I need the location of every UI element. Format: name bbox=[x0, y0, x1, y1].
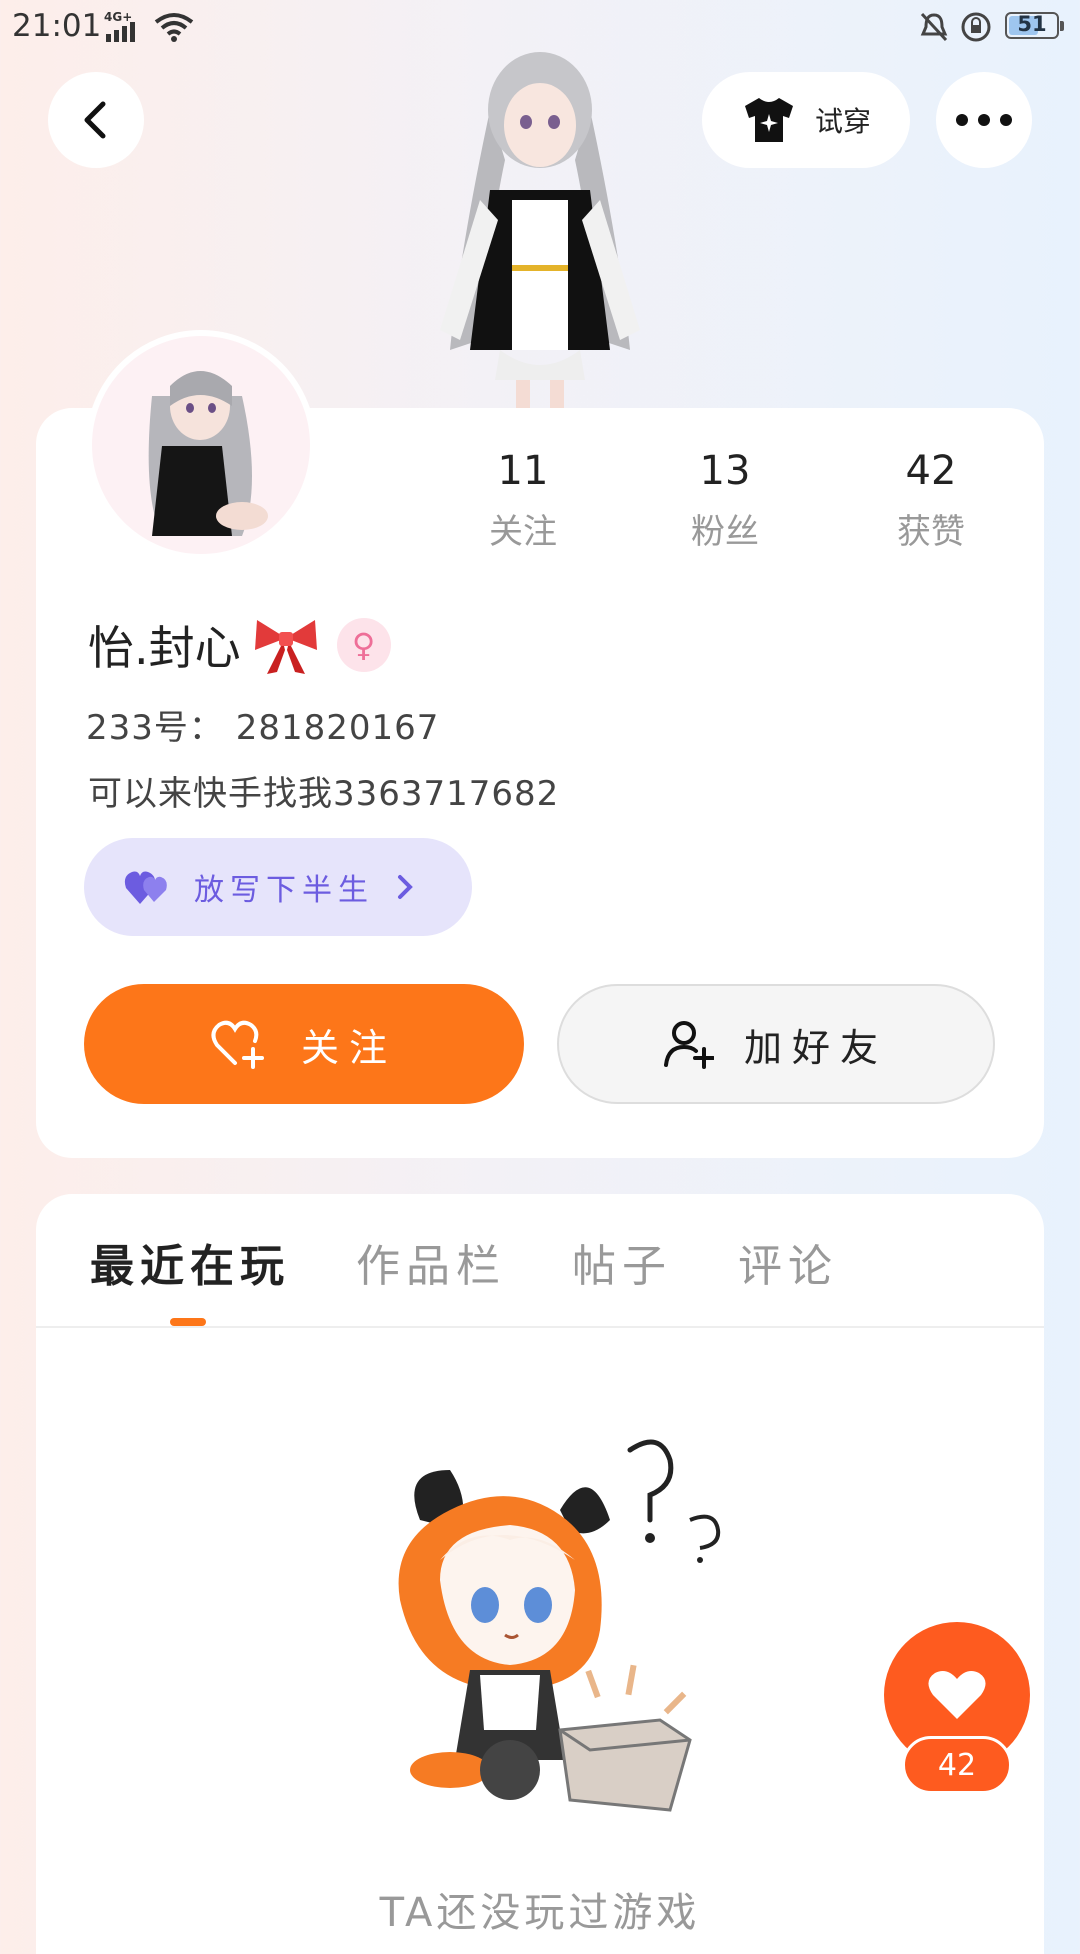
stat-label: 获赞 bbox=[897, 512, 965, 552]
female-gender-icon: ♀ bbox=[336, 618, 391, 672]
heart-icon bbox=[928, 1671, 986, 1719]
try-on-button[interactable]: 试穿 bbox=[702, 72, 910, 168]
more-button[interactable] bbox=[936, 72, 1032, 168]
stat-following[interactable]: 11 关注 bbox=[448, 448, 598, 553]
add-friend-button[interactable]: 加好友 bbox=[557, 984, 995, 1104]
follow-button[interactable]: 关注 bbox=[84, 984, 524, 1104]
active-tab-indicator bbox=[170, 1318, 206, 1326]
rotation-lock-icon bbox=[960, 12, 992, 46]
tshirt-icon bbox=[744, 98, 793, 142]
empty-state-text: TA还没玩过游戏 bbox=[379, 1890, 701, 1936]
try-on-label: 试穿 bbox=[814, 105, 871, 138]
stat-label: 粉丝 bbox=[691, 512, 759, 552]
like-count: 42 bbox=[902, 1736, 1012, 1794]
tab-posts[interactable]: 帖子 bbox=[572, 1230, 672, 1294]
add-user-icon bbox=[663, 1021, 714, 1069]
battery-level: 51 bbox=[1017, 12, 1047, 36]
chevron-left-icon bbox=[84, 101, 106, 139]
stat-likes[interactable]: 42 获赞 bbox=[856, 448, 1006, 553]
follow-label: 关注 bbox=[300, 1025, 397, 1070]
wifi-icon bbox=[154, 12, 194, 46]
signal-icon bbox=[106, 22, 135, 42]
group-badge-button[interactable]: 放写下半生 bbox=[84, 838, 472, 936]
stat-value: 42 bbox=[905, 448, 957, 494]
heart-plus-icon bbox=[211, 1020, 264, 1069]
avatar-image bbox=[148, 371, 268, 536]
more-dots-icon bbox=[956, 114, 1012, 126]
battery-icon: 51 bbox=[1005, 12, 1064, 39]
double-heart-icon bbox=[124, 871, 167, 904]
stat-value: 13 bbox=[699, 448, 751, 494]
stat-label: 关注 bbox=[489, 512, 557, 552]
character-avatar-figure[interactable] bbox=[420, 50, 660, 410]
nickname-row: 怡.封心 ♀ bbox=[88, 612, 391, 678]
back-button[interactable] bbox=[48, 72, 144, 168]
group-label: 放写下半生 bbox=[194, 873, 374, 908]
stat-fans[interactable]: 13 粉丝 bbox=[650, 448, 800, 553]
divider bbox=[36, 1326, 1044, 1328]
mute-bell-icon bbox=[918, 12, 950, 46]
add-friend-label: 加好友 bbox=[743, 1025, 888, 1070]
tab-bar: 最近在玩 作品栏 帖子 评论 bbox=[90, 1230, 904, 1294]
tab-recently-played[interactable]: 最近在玩 bbox=[90, 1230, 290, 1294]
nickname: 怡.封心 bbox=[88, 621, 241, 675]
bio-text: 可以来快手找我3363717682 bbox=[88, 774, 560, 814]
tab-works[interactable]: 作品栏 bbox=[356, 1230, 506, 1294]
status-time: 21:01 bbox=[12, 8, 102, 44]
chevron-right-icon bbox=[398, 875, 413, 899]
stat-value: 11 bbox=[497, 448, 549, 494]
ribbon-bow-icon bbox=[254, 620, 317, 674]
tab-comments[interactable]: 评论 bbox=[738, 1230, 838, 1294]
avatar[interactable] bbox=[86, 330, 316, 560]
empty-state-illustration bbox=[398, 1439, 721, 1812]
user-id[interactable]: 233号： 281820167 bbox=[86, 700, 439, 749]
